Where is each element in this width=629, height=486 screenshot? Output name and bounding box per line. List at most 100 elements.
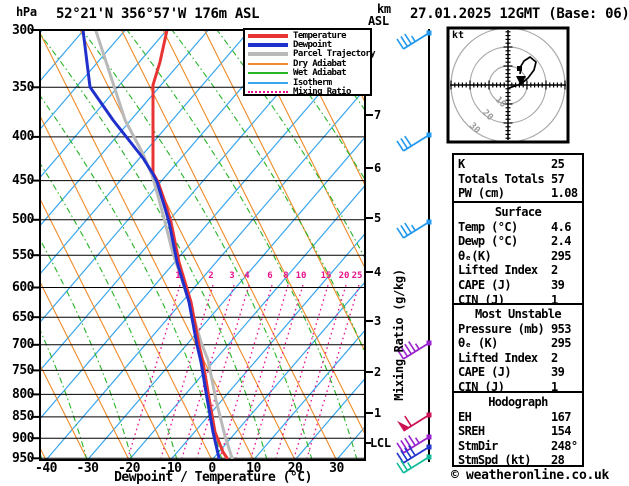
barb-level-dot <box>426 219 432 225</box>
mixing-ratio-value-label: 4 <box>244 271 250 281</box>
table-row: Temp (°C) 4.6 <box>454 220 582 235</box>
indices-table-section: Most Unstable Pressure (mb) 953 θₑ (K) 295 Li… <box>452 303 584 394</box>
pressure-axis-label: 900 <box>12 430 34 446</box>
wind-barb <box>396 454 432 474</box>
legend-line-sample <box>248 91 288 94</box>
pressure-axis-label: 700 <box>12 337 34 353</box>
legend-line-sample <box>248 43 288 48</box>
table-row-value: 295 <box>551 336 571 351</box>
wind-barb <box>396 444 432 464</box>
table-row-label: Pressure (mb) <box>458 321 545 336</box>
legend-line-sample <box>248 62 288 65</box>
table-row-label: SREH <box>458 424 485 439</box>
legend-line-sample <box>248 81 288 84</box>
wind-barb <box>397 412 432 432</box>
table-row-label: θₑ (K) <box>458 336 498 351</box>
station-title: 52°21'N 356°57'W 176m ASL <box>56 6 260 22</box>
hodograph-ring-label: 10 <box>493 95 508 110</box>
legend-item: Wet Adiabat <box>248 68 370 78</box>
table-row-value: 39 <box>551 277 565 292</box>
wind-barb <box>396 434 432 454</box>
wind-barb <box>396 219 432 239</box>
temp-axis-label: 30 <box>329 461 344 476</box>
legend-item: Mixing Ratio <box>248 87 370 98</box>
km-axis-label: 1 <box>374 405 382 420</box>
hodograph-unit-label: kt <box>452 30 465 41</box>
mixing-ratio-value-label: 20 <box>338 271 350 281</box>
legend-item: Parcel Trajectory <box>248 49 376 59</box>
hodograph-storm-dot <box>517 66 522 71</box>
table-row-value: 248° <box>551 438 578 453</box>
legend-item: Temperature <box>248 31 370 41</box>
wind-barb <box>396 30 432 50</box>
pressure-axis-label: 600 <box>12 280 34 295</box>
barb-level-dot <box>426 132 432 138</box>
table-row-label: K <box>458 157 465 171</box>
mixing-ratio-line <box>306 284 360 459</box>
legend-item: Isotherm <box>248 78 370 88</box>
table-row-value: 25 <box>551 157 565 171</box>
km-axis-label: 4 <box>374 264 382 279</box>
mixing-ratio-value-label: 8 <box>283 271 289 281</box>
barb-level-dot <box>426 30 432 36</box>
table-row: CAPE (J) 39 <box>454 278 582 293</box>
datetime-title: 27.01.2025 12GMT (Base: 06) <box>410 6 629 22</box>
mixing-ratio-value-label: 3 <box>229 271 235 281</box>
table-row-value: 28 <box>551 453 565 468</box>
table-section-header: Most Unstable <box>474 307 562 321</box>
table-row-label: StmDir <box>458 438 498 453</box>
legend-line-sample <box>248 72 288 75</box>
temp-axis-label: -20 <box>118 461 140 476</box>
table-row: Lifted Index 2 <box>454 351 582 366</box>
km-axis-ticks <box>365 114 373 444</box>
km-axis-label: 7 <box>374 107 382 122</box>
mixing-ratio-value-label: 10 <box>295 271 307 281</box>
legend-line-sample <box>248 52 288 57</box>
asl-axis-unit: ASL <box>368 14 389 28</box>
table-row: PW (cm) 1.08 <box>454 186 582 201</box>
table-row-label: PW (cm) <box>458 186 505 201</box>
lcl-label: LCL <box>370 436 391 450</box>
legend-item-label: Mixing Ratio <box>293 87 351 98</box>
table-row-value: 39 <box>551 365 565 380</box>
mixing-ratio-line <box>219 284 273 459</box>
pressure-axis-label: 350 <box>12 79 34 95</box>
pressure-unit-label: hPa <box>16 5 37 19</box>
table-row: θₑ(K) 295 <box>454 249 582 264</box>
mixing-ratio-value-label: 15 <box>320 271 332 281</box>
km-axis-label: 3 <box>374 313 382 328</box>
hodograph-ring-label: 30 <box>467 121 482 136</box>
table-row-value: 167 <box>551 409 571 424</box>
table-row-label: Lifted Index <box>458 263 538 278</box>
table-row-label: Dewp (°C) <box>458 234 518 249</box>
legend-box: Temperature Dewpoint Parcel Trajectory Dry … <box>243 28 376 98</box>
pressure-axis-label: 400 <box>12 129 34 145</box>
temp-axis-label: -30 <box>76 461 99 476</box>
mixing-ratio-axis-title: Mixing Ratio (g/kg) <box>392 269 406 401</box>
barb-level-dot <box>426 340 432 346</box>
table-row-label: CAPE (J) <box>458 365 512 380</box>
legend-line-sample <box>248 33 288 38</box>
mixing-ratio-value-label: 25 <box>351 271 363 281</box>
temp-axis-label: 10 <box>246 461 261 476</box>
table-row-label: Totals Totals <box>458 171 545 186</box>
sounding-profiles <box>81 30 234 460</box>
barb-level-dot <box>426 454 432 460</box>
table-row-value: 154 <box>551 424 571 439</box>
table-row-label: StmSpd (kt) <box>458 453 531 468</box>
wind-barb <box>396 132 432 152</box>
table-row: K 25 <box>454 157 582 172</box>
table-row: StmSpd (kt) 28 <box>454 453 582 468</box>
hodograph-ring-label: 20 <box>480 108 495 123</box>
table-section-header: Hodograph <box>488 395 548 409</box>
table-row-value: 1.08 <box>551 186 578 201</box>
indices-table-section: K 25 Totals Totals 57 PW (cm) 1.08 <box>452 153 584 203</box>
pressure-axis-label: 550 <box>12 247 34 263</box>
pressure-axis-label: 750 <box>12 362 34 378</box>
table-row: Lifted Index 2 <box>454 263 582 278</box>
temp-axis-label: -40 <box>35 461 57 476</box>
pressure-axis-label: 500 <box>12 212 34 228</box>
mixing-ratio-value-label: 6 <box>267 271 273 281</box>
table-row: Totals Totals 57 <box>454 172 582 187</box>
temp-axis-label: -10 <box>159 461 182 476</box>
